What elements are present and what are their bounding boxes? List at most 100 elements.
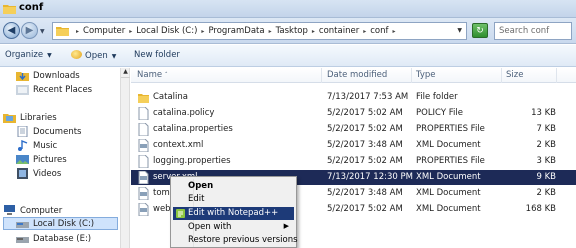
- file-type: XML Document: [416, 204, 481, 214]
- chevron-right-icon[interactable]: ▸: [201, 28, 204, 35]
- breadcrumb-programdata[interactable]: ProgramData: [208, 26, 264, 36]
- nav-item-local-disk[interactable]: Local Disk (C:): [3, 217, 118, 230]
- chevron-right-icon[interactable]: ▸: [76, 28, 79, 35]
- xml-file-icon: [138, 171, 149, 184]
- organize-button[interactable]: Organize ▼: [5, 50, 52, 60]
- folder-icon: [56, 27, 69, 36]
- nav-label: Videos: [33, 168, 62, 179]
- open-icon: [71, 50, 82, 59]
- file-name: Catalina: [153, 92, 189, 102]
- nav-item-libraries[interactable]: Libraries: [3, 111, 116, 124]
- menu-label: Edit with Notepad++: [188, 208, 279, 218]
- chevron-right-icon[interactable]: ▸: [312, 28, 315, 35]
- nav-item-downloads[interactable]: Downloads: [16, 69, 116, 82]
- nav-item-pictures[interactable]: Pictures: [16, 153, 116, 166]
- breadcrumb-local-disk[interactable]: Local Disk (C:): [136, 26, 197, 36]
- file-name: catalina.policy: [153, 108, 215, 118]
- breadcrumb-conf[interactable]: conf: [370, 26, 388, 36]
- drive-icon: [16, 222, 29, 228]
- nav-label: Recent Places: [33, 84, 93, 95]
- forward-button[interactable]: ▶: [21, 22, 38, 39]
- file-date: 5/2/2017 3:48 AM: [327, 188, 403, 198]
- chevron-right-icon[interactable]: ▸: [129, 28, 132, 35]
- scroll-up-icon[interactable]: ▲: [121, 68, 130, 78]
- sort-arrow-icon: ˆ: [164, 72, 168, 79]
- file-date: 7/13/2017 7:53 AM: [327, 92, 409, 102]
- nav-label: Computer: [20, 205, 63, 216]
- column-header-type[interactable]: Type: [416, 70, 436, 80]
- computer-icon: [4, 205, 15, 215]
- menu-item-restore-previous-versions[interactable]: Restore previous versions: [173, 234, 298, 247]
- menu-item-open[interactable]: Open: [173, 180, 294, 193]
- column-divider[interactable]: [411, 68, 412, 83]
- nav-item-database[interactable]: Database (E:): [16, 232, 116, 245]
- xml-file-icon: [138, 187, 149, 200]
- file-date: 7/13/2017 12:30 PM: [327, 172, 413, 182]
- breadcrumb-tasktop[interactable]: Tasktop: [276, 26, 308, 36]
- drive-icon: [16, 237, 29, 243]
- refresh-icon: ↻: [476, 25, 484, 36]
- nav-label: Pictures: [33, 154, 67, 165]
- file-row[interactable]: logging.properties 5/2/2017 5:02 AM PROP…: [131, 154, 576, 169]
- file-type: PROPERTIES File: [416, 156, 485, 166]
- navigation-pane: Downloads Recent Places Libraries Docume…: [0, 68, 120, 248]
- column-header-date[interactable]: Date modified: [327, 70, 387, 80]
- file-date: 5/2/2017 5:02 AM: [327, 156, 403, 166]
- file-size: 13 KB: [531, 108, 556, 118]
- menu-label: Edit: [188, 194, 205, 204]
- nav-pane-scrollbar[interactable]: ▲: [120, 68, 130, 248]
- file-type: XML Document: [416, 140, 481, 150]
- file-date: 5/2/2017 5:02 AM: [327, 204, 403, 214]
- organize-label: Organize: [5, 50, 44, 60]
- column-divider[interactable]: [556, 68, 557, 83]
- breadcrumb-computer[interactable]: Computer: [83, 26, 125, 36]
- file-name: catalina.properties: [153, 124, 233, 134]
- chevron-right-icon[interactable]: ▸: [269, 28, 272, 35]
- chevron-down-icon[interactable]: ▼: [457, 27, 462, 34]
- menu-item-open-with[interactable]: Open with ▶: [173, 221, 294, 234]
- address-bar[interactable]: ▸ Computer ▸ Local Disk (C:) ▸ ProgramDa…: [52, 22, 467, 40]
- chevron-down-icon: ▼: [47, 52, 52, 59]
- nav-item-music[interactable]: Music: [16, 139, 116, 152]
- file-row[interactable]: context.xml 5/2/2017 3:48 AM XML Documen…: [131, 138, 576, 153]
- nav-item-videos[interactable]: Videos: [16, 167, 116, 180]
- libraries-icon: [3, 114, 16, 123]
- refresh-button[interactable]: ↻: [472, 23, 488, 38]
- command-bar: Organize ▼ Open ▼ New folder: [0, 45, 576, 67]
- column-header-size[interactable]: Size: [506, 70, 523, 80]
- file-type: PROPERTIES File: [416, 124, 485, 134]
- menu-item-edit-with-notepad[interactable]: Edit with Notepad++: [173, 207, 294, 220]
- column-divider[interactable]: [321, 68, 322, 83]
- title-bar: conf: [0, 0, 576, 18]
- downloads-icon: [16, 72, 29, 81]
- file-row[interactable]: catalina.properties 5/2/2017 5:02 AM PRO…: [131, 122, 576, 137]
- nav-item-recent-places[interactable]: Recent Places: [16, 83, 116, 96]
- file-row[interactable]: catalina.policy 5/2/2017 5:02 AM POLICY …: [131, 106, 576, 121]
- file-row[interactable]: Catalina 7/13/2017 7:53 AM File folder: [131, 90, 576, 105]
- nav-label: Libraries: [20, 112, 57, 123]
- chevron-right-icon[interactable]: ▸: [392, 28, 395, 35]
- notepad-plus-plus-icon: [176, 209, 185, 218]
- column-divider[interactable]: [501, 68, 502, 83]
- nav-label: Local Disk (C:): [33, 218, 95, 229]
- file-name: context.xml: [153, 140, 204, 150]
- file-name: logging.properties: [153, 156, 231, 166]
- music-icon: [18, 140, 28, 151]
- file-size: 7 KB: [536, 124, 556, 134]
- back-button[interactable]: ◀: [3, 22, 20, 39]
- search-input[interactable]: Search conf: [494, 22, 572, 40]
- breadcrumb-container[interactable]: container: [319, 26, 359, 36]
- folder-icon: [138, 94, 149, 103]
- file-date: 5/2/2017 5:02 AM: [327, 124, 403, 134]
- nav-item-documents[interactable]: Documents: [16, 125, 116, 138]
- column-header-name[interactable]: Name ˆ: [137, 70, 168, 80]
- nav-label: Database (E:): [33, 233, 92, 244]
- file-size: 168 KB: [525, 204, 556, 214]
- recent-pages-dropdown[interactable]: ▼: [40, 28, 45, 35]
- submenu-arrow-icon: ▶: [283, 222, 289, 230]
- menu-item-edit[interactable]: Edit: [173, 193, 294, 206]
- nav-item-computer[interactable]: Computer: [3, 204, 116, 217]
- open-button[interactable]: Open ▼: [71, 50, 116, 61]
- new-folder-button[interactable]: New folder: [134, 50, 180, 60]
- chevron-right-icon[interactable]: ▸: [363, 28, 366, 35]
